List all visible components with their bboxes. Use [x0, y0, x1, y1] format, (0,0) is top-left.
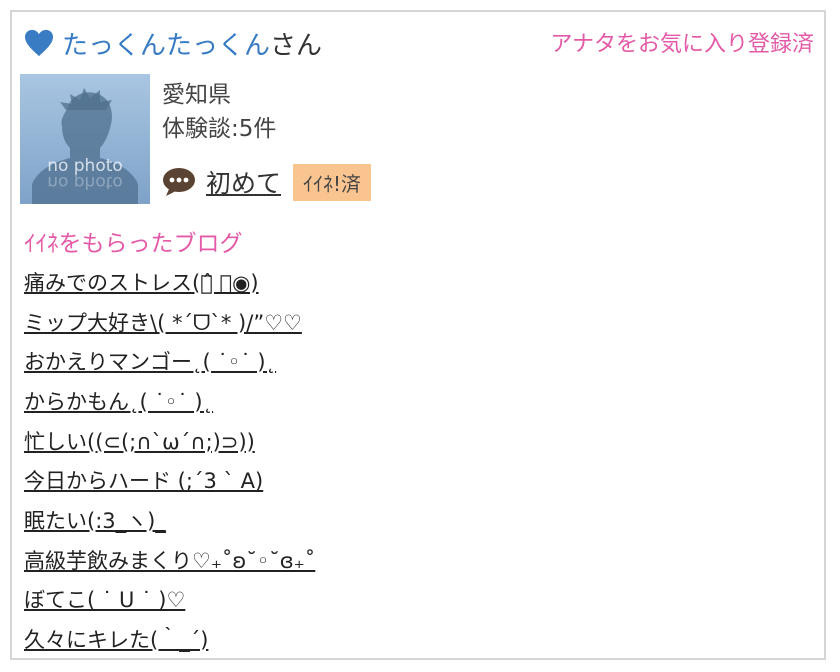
avatar[interactable]: no photo no photo	[20, 74, 150, 204]
profile-info: 愛知県 体験談:5件	[162, 78, 276, 146]
list-item: からかもん˛( ˙◦˙ )˛	[24, 381, 315, 421]
list-item: 眠たい(:3_ヽ)_	[24, 500, 315, 540]
blog-post-link[interactable]: おかえりマンゴー˛( ˙◦˙ )˛	[24, 346, 276, 376]
list-item: ミップ大好き\( *´ᗜ`* )/”♡♡	[24, 302, 315, 342]
blog-post-link[interactable]: ミップ大好き\( *´ᗜ`* )/”♡♡	[24, 307, 302, 337]
favorite-status: アナタをお気に入り登録済	[550, 32, 814, 57]
status-row: 初めて ｲｲﾈ!済	[162, 163, 372, 201]
username-link[interactable]: たっくんたっくん	[62, 25, 270, 62]
blog-post-link[interactable]: 高級芋飲みまくり♡₊˚ʚ˘◦˘ɞ₊˚	[24, 545, 315, 575]
iine-badge: ｲｲﾈ!済	[293, 163, 372, 201]
blog-heading: ｲｲﾈをもらったブログ	[24, 231, 243, 257]
list-item: 今日からハード (;´3 ` A)	[24, 460, 315, 500]
blog-post-link[interactable]: 忙しい((⊂(;∩`ω´∩;)⊃))	[24, 426, 255, 456]
list-item: おかえりマンゴー˛( ˙◦˙ )˛	[24, 341, 315, 381]
honorific-suffix: さん	[270, 30, 323, 61]
blog-post-link[interactable]: 今日からハード (;´3 ` A)	[24, 465, 263, 495]
list-item: ぼてこ( ˙ ᑌ ˙ )♡	[24, 580, 315, 620]
blog-post-link[interactable]: 久々にキレた(｀_´)	[24, 624, 208, 654]
blog-post-link[interactable]: 眠たい(:3_ヽ)_	[24, 505, 166, 535]
profile-header: たっくんたっくん さん	[24, 25, 323, 62]
blog-list: 痛みでのストレス(ฅ̂ ︿◉) ミップ大好き\( *´ᗜ`* )/”♡♡ おかえ…	[24, 262, 315, 659]
no-photo-reflection: no photo	[47, 172, 123, 192]
blog-post-link[interactable]: 痛みでのストレス(ฅ̂ ︿◉)	[24, 267, 259, 297]
list-item: 忙しい((⊂(;∩`ω´∩;)⊃))	[24, 421, 315, 461]
status-link[interactable]: 初めて	[206, 164, 281, 200]
profile-card: たっくんたっくん さん アナタをお気に入り登録済 no photo no pho…	[10, 10, 826, 660]
heart-icon	[25, 29, 53, 57]
speech-bubble-icon	[163, 168, 195, 196]
list-item: 高級芋飲みまくり♡₊˚ʚ˘◦˘ɞ₊˚	[24, 540, 315, 580]
blog-post-link[interactable]: ぼてこ( ˙ ᑌ ˙ )♡	[24, 584, 185, 614]
list-item: 痛みでのストレス(ฅ̂ ︿◉)	[24, 262, 315, 302]
prefecture: 愛知県	[162, 82, 231, 108]
experience-count: 体験談:5件	[162, 116, 277, 142]
blog-post-link[interactable]: からかもん˛( ˙◦˙ )˛	[24, 386, 213, 416]
list-item: 久々にキレた(｀_´)	[24, 619, 315, 659]
